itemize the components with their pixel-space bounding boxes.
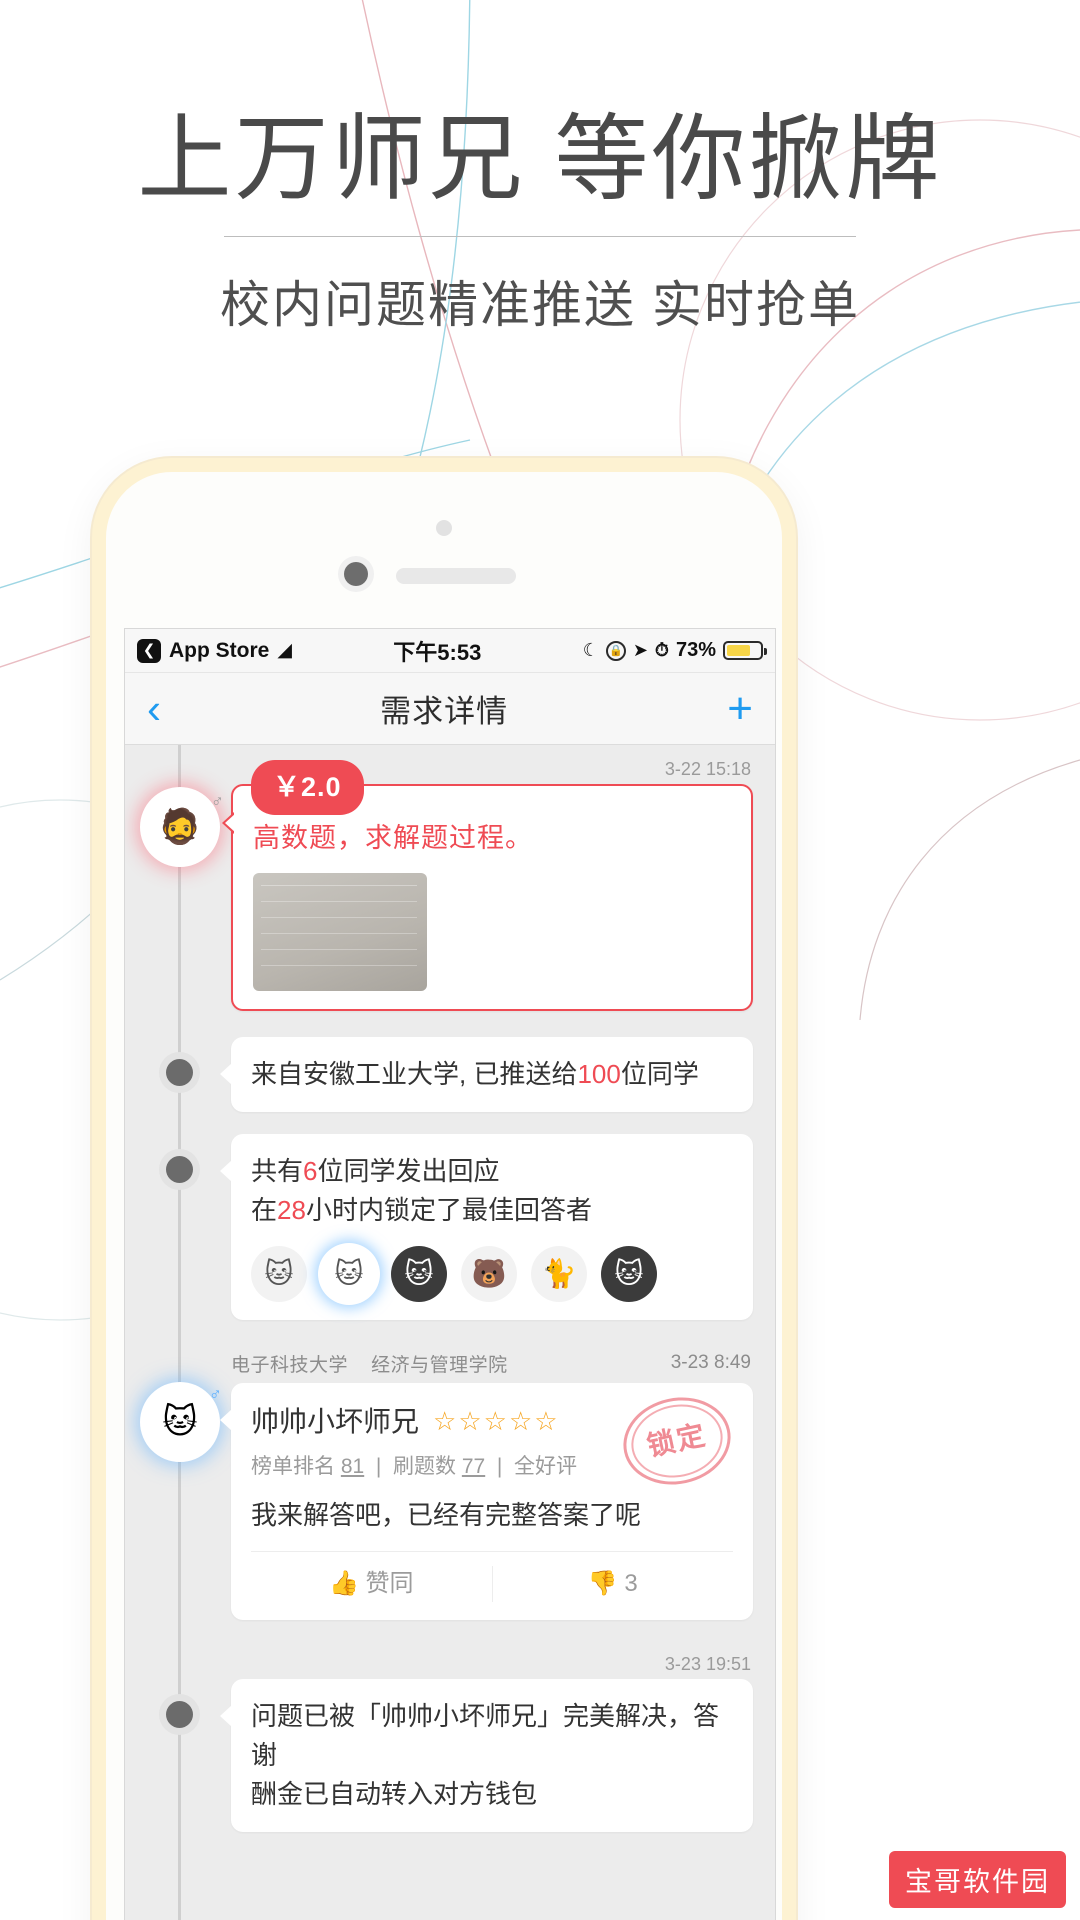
responder-avatar-5[interactable]: 🐈	[531, 1245, 587, 1302]
promo-divider	[224, 236, 856, 237]
watermark-badge: 宝哥软件园	[889, 1851, 1066, 1908]
location-arrow-icon: ➤	[632, 640, 648, 660]
timeline-node	[166, 1155, 193, 1183]
promo-title: 上万师兄 等你掀牌	[137, 106, 943, 211]
responses-hours: 28	[277, 1194, 306, 1225]
push-text-after: 位同学	[620, 1058, 699, 1089]
moon-icon: ☾	[582, 640, 599, 660]
phone-mockup: ❮ App Store ◢ 下午5:53 ☾ 🔒 ➤ ⏱ 73% ‹ 需求详情	[92, 458, 796, 1920]
phone-top-bezel	[106, 472, 782, 622]
rank-label: 榜单排名	[251, 1454, 335, 1478]
answer-body-text: 我来解答吧，已经有完整答案了呢	[251, 1500, 642, 1530]
status-indicators: ☾ 🔒 ➤ ⏱ 73%	[582, 639, 767, 662]
promo-page: 上万师兄 等你掀牌 校内问题精准推送 实时抢单 ❮ App Store ◢ 下午…	[0, 0, 1080, 1920]
thumbs-down-icon: 👎	[587, 1570, 618, 1597]
male-symbol: ♂	[209, 1384, 222, 1404]
answer-school: 电子科技大学 经济与管理学院	[231, 1350, 508, 1377]
disagree-count: 3	[624, 1570, 638, 1597]
page-title: 需求详情	[380, 694, 509, 729]
promo-subtitle: 校内问题精准推送 实时抢单	[220, 277, 860, 333]
alarm-clock-icon: ⏱	[654, 640, 669, 660]
closing-row: 问题已被「帅帅小坏师兄」完美解决，答谢 酬金已自动转入对方钱包	[125, 1679, 775, 1832]
timeline-node	[166, 1058, 193, 1086]
ask-bubble: ￥2.0 高数题，求解题过程。	[222, 760, 753, 1011]
male-symbol: ♂	[211, 792, 224, 811]
responder-avatar-3[interactable]: 🐱	[391, 1245, 447, 1302]
battery-percent: 73%	[675, 639, 716, 661]
bearded-man-avatar[interactable]: 🧔	[143, 790, 217, 864]
ios-status-bar: ❮ App Store ◢ 下午5:53 ☾ 🔒 ➤ ⏱ 73%	[125, 629, 775, 673]
responder-avatar-2-selected[interactable]: 🐱	[321, 1245, 377, 1302]
answer-timestamp: 3-23 8:49	[670, 1352, 751, 1373]
agree-button[interactable]: 👍 赞同	[251, 1566, 493, 1602]
closing-timestamp: 3-23 19:51	[664, 1654, 751, 1674]
closing-line-2: 酬金已自动转入对方钱包	[251, 1779, 538, 1809]
navigation-bar: ‹ 需求详情 +	[125, 673, 775, 745]
phone-screen: ❮ App Store ◢ 下午5:53 ☾ 🔒 ➤ ⏱ 73% ‹ 需求详情	[124, 628, 776, 1920]
chevron-left-icon: ❮	[137, 638, 161, 663]
responses-l1-after: 位同学发出回应	[317, 1155, 500, 1186]
rank-value: 81	[340, 1454, 365, 1478]
rotation-lock-icon: 🔒	[605, 640, 626, 661]
disagree-button[interactable]: 👎 3	[493, 1566, 734, 1602]
answer-row: 🐱 ♂ 锁定 帅帅小坏师兄 ☆☆☆☆☆ 榜单排名 81 | 刷题数 77 | 全…	[125, 1382, 775, 1641]
agree-label: 赞同	[365, 1570, 414, 1597]
answer-school-name: 电子科技大学	[231, 1354, 349, 1376]
rating-stars: ☆☆☆☆☆	[433, 1406, 560, 1436]
answer-bubble: 锁定 帅帅小坏师兄 ☆☆☆☆☆ 榜单排名 81 | 刷题数 77 | 全好评 我…	[220, 1382, 753, 1620]
responses-l1-before: 共有	[251, 1155, 304, 1186]
push-count: 100	[577, 1058, 621, 1089]
handwritten-note-thumbnail[interactable]	[253, 872, 427, 991]
responses-row: 共有6位同学发出回应 在28小时内锁定了最佳回答者 🐱 🐱 🐱 🐻 🐈 🐱	[125, 1133, 775, 1334]
closing-line-1: 问题已被「帅帅小坏师兄」完美解决，答谢	[251, 1701, 720, 1770]
answer-meta-line: 电子科技大学 经济与管理学院 3-23 8:49	[125, 1334, 775, 1383]
nav-back-button[interactable]: ‹	[147, 687, 161, 730]
responder-avatar-4[interactable]: 🐻	[461, 1245, 517, 1302]
closing-bubble: 问题已被「帅帅小坏师兄」完美解决，答谢 酬金已自动转入对方钱包	[220, 1679, 753, 1832]
timeline-feed: 3-22 15:18 🧔 ♂ ￥2.0 高数题，求解题过程。 来自安徽工业大学,…	[125, 745, 775, 1920]
earpiece-speaker	[396, 568, 516, 584]
solved-label: 刷题数	[393, 1454, 456, 1478]
responses-bubble: 共有6位同学发出回应 在28小时内锁定了最佳回答者 🐱 🐱 🐱 🐻 🐈 🐱	[220, 1133, 753, 1320]
push-row: 来自安徽工业大学, 已推送给100位同学	[125, 1036, 775, 1134]
responder-avatar-1[interactable]: 🐱	[251, 1245, 307, 1302]
push-bubble: 来自安徽工业大学, 已推送给100位同学	[220, 1036, 753, 1112]
back-app-label: App Store	[169, 638, 270, 662]
solved-value: 77	[461, 1454, 486, 1478]
responses-l2-after: 小时内锁定了最佳回答者	[305, 1194, 592, 1225]
ask-text: 高数题，求解题过程。	[253, 823, 533, 853]
responder-avatar-list: 🐱 🐱 🐱 🐻 🐈 🐱	[251, 1245, 733, 1302]
ask-timestamp: 3-22 15:18	[664, 759, 751, 779]
responses-l2-before: 在	[251, 1194, 278, 1225]
ask-row: 🧔 ♂ ￥2.0 高数题，求解题过程。	[125, 760, 775, 1037]
locked-seal-icon: 锁定	[615, 1387, 739, 1494]
responses-line-2: 在28小时内锁定了最佳回答者	[251, 1191, 733, 1230]
status-back-app[interactable]: ❮ App Store ◢	[137, 638, 292, 663]
answer-college-name: 经济与管理学院	[371, 1354, 508, 1376]
battery-icon	[723, 641, 767, 660]
timeline-node	[166, 1701, 193, 1728]
promo-header: 上万师兄 等你掀牌 校内问题精准推送 实时抢单	[0, 0, 1080, 337]
vote-bar: 👍 赞同 👎 3	[251, 1551, 733, 1602]
responder-avatar-6[interactable]: 🐱	[601, 1245, 657, 1302]
proximity-sensor-icon	[344, 562, 368, 586]
price-badge: ￥2.0	[251, 760, 364, 815]
wifi-icon: ◢	[277, 640, 292, 661]
front-camera-icon	[436, 520, 452, 536]
answerer-name[interactable]: 帅帅小坏师兄	[251, 1401, 419, 1443]
push-text-before: 来自安徽工业大学, 已推送给	[251, 1058, 578, 1089]
status-time: 下午5:53	[393, 639, 482, 665]
nav-add-button[interactable]: +	[727, 686, 753, 731]
responses-count: 6	[303, 1155, 318, 1186]
praise-label: 全好评	[514, 1454, 577, 1478]
cat-avatar-selected[interactable]: 🐱	[143, 1384, 217, 1459]
thumbs-up-icon: 👍	[328, 1570, 359, 1597]
responses-line-1: 共有6位同学发出回应	[251, 1152, 733, 1191]
